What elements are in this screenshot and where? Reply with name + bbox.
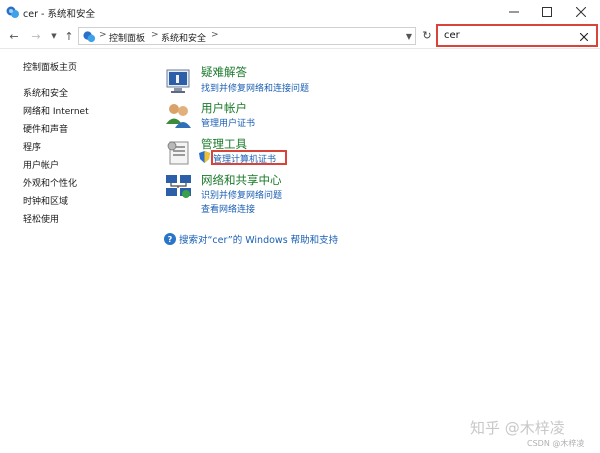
sidebar-item-system-security[interactable]: 系统和安全: [23, 86, 68, 99]
watermark-zhihu: 知乎 @木梓凌: [470, 419, 565, 437]
sidebar-item-network-internet[interactable]: 网络和 Internet: [23, 104, 89, 117]
link-fix-network-problems[interactable]: 找到并修复网络和连接问题: [201, 81, 309, 94]
sidebar-item-programs[interactable]: 程序: [23, 140, 41, 153]
title-bar: cer - 系统和安全: [0, 0, 600, 24]
control-panel-icon: [83, 31, 96, 43]
arrow-right-icon: →: [31, 29, 41, 43]
sidebar-item-user-accounts[interactable]: 用户帐户: [23, 158, 59, 171]
help-icon: ?: [164, 233, 176, 245]
category-title-network-sharing[interactable]: 网络和共享中心: [201, 172, 282, 188]
up-button[interactable]: ↑: [61, 28, 77, 44]
header-divider: [0, 48, 600, 49]
breadcrumb-control-panel[interactable]: 控制面板: [109, 31, 145, 44]
forward-button[interactable]: →: [28, 28, 44, 44]
category-title-user-accounts[interactable]: 用户帐户: [201, 100, 247, 116]
chevron-down-icon: ▼: [51, 32, 57, 40]
link-manage-user-certificates[interactable]: 管理用户证书: [201, 116, 255, 129]
minimize-icon: [509, 11, 519, 13]
arrow-left-icon: ←: [9, 29, 19, 43]
control-panel-icon: [6, 6, 19, 18]
shield-icon: [199, 151, 210, 163]
sidebar-item-hardware-sound[interactable]: 硬件和声音: [23, 122, 68, 135]
sidebar-item-appearance[interactable]: 外观和个性化: [23, 176, 77, 189]
recent-locations-button[interactable]: ▼: [46, 28, 62, 44]
maximize-icon: [542, 7, 552, 17]
back-button[interactable]: ←: [6, 28, 22, 44]
network-icon: [166, 175, 191, 198]
search-value: cer: [444, 30, 460, 41]
category-title-troubleshooting[interactable]: 疑难解答: [201, 64, 247, 80]
user-accounts-icon: [166, 104, 191, 128]
address-bar[interactable]: > 控制面板 > 系统和安全 > ▼: [78, 27, 416, 45]
link-manage-computer-certificates[interactable]: 管理计算机证书: [213, 152, 276, 165]
watermark-csdn: CSDN @木梓凌: [527, 439, 585, 448]
search-clear-button[interactable]: [579, 29, 589, 44]
breadcrumb-separator: >: [151, 30, 159, 40]
sidebar-item-control-panel-home[interactable]: 控制面板主页: [23, 60, 77, 73]
arrow-up-icon: ↑: [64, 29, 74, 43]
navigation-bar: ← → ▼ ↑ > 控制面板 > 系统和安全 > ▼ ↻ cer: [0, 24, 600, 48]
link-identify-network-problems[interactable]: 识别并修复网络问题: [201, 188, 282, 201]
sidebar-item-ease-of-access[interactable]: 轻松使用: [23, 212, 59, 225]
minimize-button[interactable]: [497, 0, 531, 24]
close-button[interactable]: [564, 0, 598, 24]
admin-tools-icon: [167, 141, 189, 165]
window-title: cer - 系统和安全: [23, 9, 95, 20]
troubleshooting-icon: [166, 69, 190, 93]
close-icon: [579, 32, 589, 42]
search-input[interactable]: cer: [436, 24, 598, 47]
breadcrumb-system-security[interactable]: 系统和安全: [161, 31, 206, 44]
refresh-button[interactable]: ↻: [421, 28, 433, 42]
sidebar-item-clock-region[interactable]: 时钟和区域: [23, 194, 68, 207]
link-view-network-connections[interactable]: 查看网络连接: [201, 202, 255, 215]
breadcrumb-separator: >: [211, 30, 219, 40]
close-icon: [576, 7, 586, 17]
maximize-button[interactable]: [530, 0, 564, 24]
address-dropdown-button[interactable]: ▼: [403, 30, 415, 42]
help-link-text: 搜索对“cer”的 Windows 帮助和支持: [179, 235, 339, 246]
refresh-icon: ↻: [422, 28, 432, 42]
chevron-down-icon: ▼: [405, 31, 413, 41]
breadcrumb-separator: >: [99, 30, 107, 40]
